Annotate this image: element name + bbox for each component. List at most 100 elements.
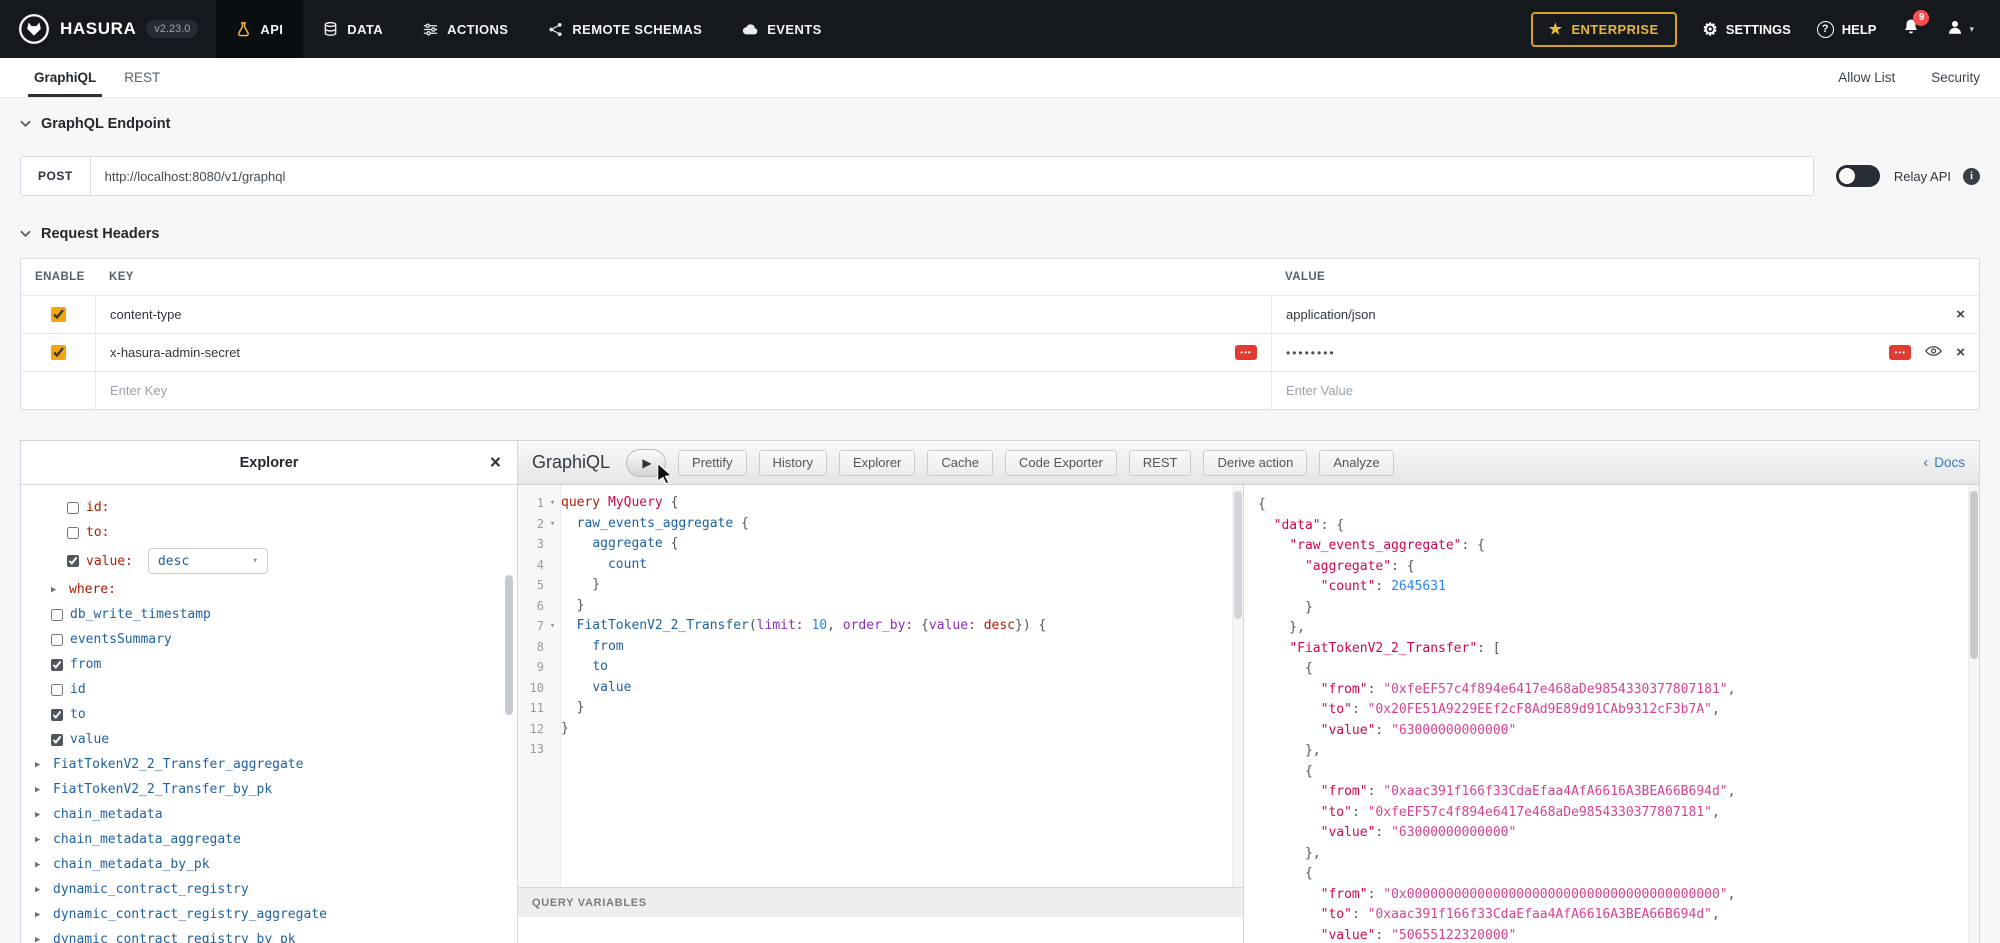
- expand-arrow-icon[interactable]: ▶: [35, 860, 46, 870]
- hasura-logo[interactable]: [18, 13, 50, 45]
- selected-option-label: desc: [158, 554, 189, 569]
- explorer-checkbox[interactable]: [51, 709, 63, 721]
- endpoint-url-input[interactable]: [90, 156, 1814, 196]
- explorer-checkbox[interactable]: [51, 684, 63, 696]
- chevron-down-icon: ▾: [1969, 24, 1974, 35]
- explorer-item-id[interactable]: id:: [27, 495, 503, 520]
- explorer-checkbox[interactable]: [67, 555, 79, 567]
- header-key-input[interactable]: content-type: [110, 307, 182, 322]
- explorer-item-dynamic_contract_registry[interactable]: ▶dynamic_contract_registry: [27, 877, 503, 902]
- explorer-sort-select[interactable]: desc▾: [148, 548, 268, 574]
- remove-header-icon[interactable]: ×: [1956, 307, 1965, 322]
- toolbar-button-rest[interactable]: REST: [1129, 450, 1192, 476]
- query-variables-editor[interactable]: [518, 917, 1243, 943]
- settings-button[interactable]: ⚙ SETTINGS: [1703, 21, 1791, 38]
- reveal-secret-eye-icon[interactable]: [1925, 345, 1942, 360]
- toolbar-button-derive-action[interactable]: Derive action: [1203, 450, 1307, 476]
- result-line: {: [1258, 659, 1979, 680]
- explorer-item-label: id:: [86, 500, 109, 515]
- nav-item-data[interactable]: DATA: [303, 0, 403, 58]
- query-variables-header[interactable]: QUERY VARIABLES: [518, 887, 1243, 917]
- query-code[interactable]: 1▾query MyQuery {2▾ raw_events_aggregate…: [518, 485, 1243, 887]
- header-enable-checkbox[interactable]: [51, 345, 66, 360]
- fold-marker-icon[interactable]: ▾: [544, 616, 561, 637]
- explorer-item-value[interactable]: value: [27, 727, 503, 752]
- result-scrollbar[interactable]: [1968, 485, 1979, 943]
- explorer-item-label: where:: [69, 582, 116, 597]
- explorer-item-dynamic_contract_registry_aggregate[interactable]: ▶dynamic_contract_registry_aggregate: [27, 902, 503, 927]
- explorer-item-id[interactable]: id: [27, 677, 503, 702]
- toolbar-button-cache[interactable]: Cache: [927, 450, 993, 476]
- explorer-item-eventssummary[interactable]: eventsSummary: [27, 627, 503, 652]
- explorer-item-chain_metadata[interactable]: ▶chain_metadata: [27, 802, 503, 827]
- collapse-chevron-icon[interactable]: [20, 230, 31, 238]
- explorer-item-where[interactable]: ▶ where:: [27, 577, 503, 602]
- explorer-item-value[interactable]: value:desc▾: [27, 545, 503, 577]
- remove-header-icon[interactable]: ×: [1956, 345, 1965, 360]
- toolbar-button-prettify[interactable]: Prettify: [678, 450, 746, 476]
- graphiql-pane: GraphiQL ▶ PrettifyHistoryExplorerCacheC…: [518, 441, 1979, 943]
- user-menu-button[interactable]: ▾: [1946, 18, 1974, 41]
- tab-rest[interactable]: REST: [110, 58, 174, 97]
- nav-item-api[interactable]: API: [216, 0, 303, 58]
- header-value-masked[interactable]: ••••••••: [1286, 346, 1336, 360]
- explorer-item-chain_metadata_by_pk[interactable]: ▶chain_metadata_by_pk: [27, 852, 503, 877]
- explorer-checkbox[interactable]: [51, 609, 63, 621]
- expand-arrow-icon[interactable]: ▶: [35, 810, 46, 820]
- notification-badge: 9: [1913, 10, 1929, 26]
- explorer-item-label: to:: [86, 525, 109, 540]
- query-editor[interactable]: 1▾query MyQuery {2▾ raw_events_aggregate…: [518, 485, 1244, 943]
- toolbar-button-analyze[interactable]: Analyze: [1319, 450, 1393, 476]
- explorer-checkbox[interactable]: [51, 659, 63, 671]
- security-link[interactable]: Security: [1931, 70, 1980, 85]
- explorer-checkbox[interactable]: [51, 634, 63, 646]
- fold-marker-icon[interactable]: ▾: [544, 514, 561, 535]
- help-button[interactable]: ? HELP: [1817, 21, 1877, 38]
- explorer-item-db_write_timestamp[interactable]: db_write_timestamp: [27, 602, 503, 627]
- explorer-checkbox[interactable]: [51, 734, 63, 746]
- explorer-item-fiattokenv2_2_transfer_by_pk[interactable]: ▶FiatTokenV2_2_Transfer_by_pk: [27, 777, 503, 802]
- relay-api-toggle[interactable]: [1836, 165, 1880, 187]
- explorer-item-to[interactable]: to:: [27, 520, 503, 545]
- collapse-chevron-icon[interactable]: [20, 120, 31, 128]
- nav-item-remote-schemas[interactable]: REMOTE SCHEMAS: [528, 0, 722, 58]
- explorer-checkbox[interactable]: [67, 502, 79, 514]
- result-code: { "data": { "raw_events_aggregate": { "a…: [1258, 495, 1979, 943]
- header-key-input[interactable]: x-hasura-admin-secret: [110, 345, 240, 360]
- enterprise-button[interactable]: ★ ENTERPRISE: [1531, 12, 1677, 47]
- header-enable-checkbox[interactable]: [51, 307, 66, 322]
- expand-arrow-icon[interactable]: ▶: [35, 835, 46, 845]
- expand-arrow-icon[interactable]: ▶: [35, 785, 46, 795]
- allow-list-link[interactable]: Allow List: [1838, 70, 1895, 85]
- expand-arrow-icon[interactable]: ▶: [51, 585, 62, 595]
- expand-arrow-icon[interactable]: ▶: [35, 910, 46, 920]
- result-scrollbar-thumb[interactable]: [1970, 491, 1978, 659]
- top-navbar: HASURA v2.23.0 API DATA ACTIONS REMOTE: [0, 0, 2000, 58]
- explorer-checkbox[interactable]: [67, 527, 79, 539]
- docs-button[interactable]: ‹ Docs: [1923, 455, 1965, 470]
- explorer-scrollbar[interactable]: [505, 575, 513, 715]
- execute-query-button[interactable]: ▶: [626, 449, 666, 477]
- toolbar-button-explorer[interactable]: Explorer: [839, 450, 915, 476]
- info-icon[interactable]: i: [1963, 168, 1980, 185]
- explorer-item-fiattokenv2_2_transfer_aggregate[interactable]: ▶FiatTokenV2_2_Transfer_aggregate: [27, 752, 503, 777]
- expand-arrow-icon[interactable]: ▶: [35, 935, 46, 943]
- explorer-item-from[interactable]: from: [27, 652, 503, 677]
- explorer-item-to[interactable]: to: [27, 702, 503, 727]
- tab-graphiql[interactable]: GraphiQL: [20, 58, 110, 97]
- fold-gutter: [544, 719, 561, 740]
- explorer-item-chain_metadata_aggregate[interactable]: ▶chain_metadata_aggregate: [27, 827, 503, 852]
- nav-item-actions[interactable]: ACTIONS: [403, 0, 528, 58]
- new-header-key-input[interactable]: Enter Key: [95, 372, 1271, 409]
- fold-marker-icon[interactable]: ▾: [544, 493, 561, 514]
- expand-arrow-icon[interactable]: ▶: [35, 760, 46, 770]
- close-explorer-icon[interactable]: ×: [490, 453, 501, 472]
- new-header-value-input[interactable]: Enter Value: [1271, 372, 1979, 409]
- explorer-item-dynamic_contract_registry_by_pk[interactable]: ▶dynamic_contract_registry_by_pk: [27, 927, 503, 943]
- notifications-button[interactable]: 9: [1902, 18, 1920, 41]
- header-value-input[interactable]: application/json: [1286, 307, 1376, 322]
- toolbar-button-code-exporter[interactable]: Code Exporter: [1005, 450, 1117, 476]
- expand-arrow-icon[interactable]: ▶: [35, 885, 46, 895]
- nav-item-events[interactable]: EVENTS: [722, 0, 841, 58]
- toolbar-button-history[interactable]: History: [759, 450, 827, 476]
